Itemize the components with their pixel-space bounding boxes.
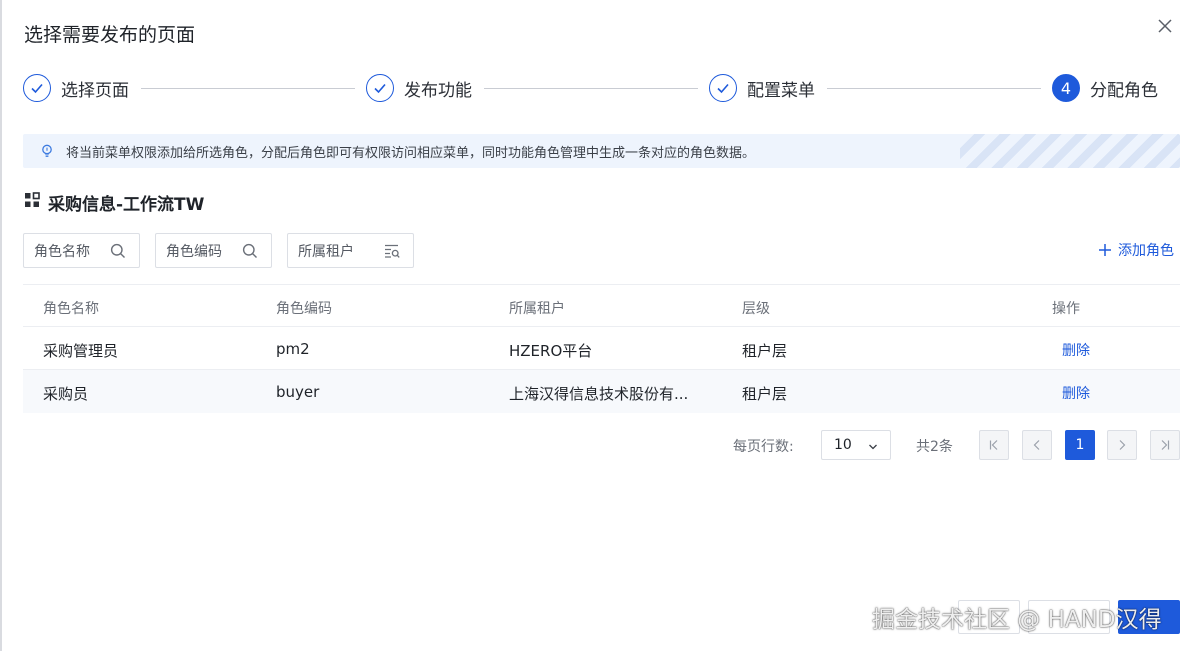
page-size-select[interactable]: 10 <box>821 430 891 460</box>
last-page-button[interactable] <box>1150 430 1180 460</box>
step-label: 选择页面 <box>61 80 129 101</box>
step-publish-function: 发布功能 <box>366 73 472 103</box>
delete-link[interactable]: 删除 <box>1062 383 1090 403</box>
role-code-filter[interactable]: 角色编码 <box>155 233 272 268</box>
role-code-cell: buyer <box>276 383 320 401</box>
column-header: 角色名称 <box>43 301 99 317</box>
cancel-button[interactable] <box>958 600 1020 634</box>
apps-icon <box>24 192 40 212</box>
column-header: 角色编码 <box>276 301 332 317</box>
add-role-button[interactable]: 添加角色 <box>1098 240 1174 260</box>
chevron-down-icon <box>868 440 878 450</box>
step-assign-role: 4 分配角色 <box>1052 73 1158 103</box>
next-page-button[interactable] <box>1107 430 1137 460</box>
filter-placeholder: 所属租户 <box>298 243 354 260</box>
level-cell: 租户层 <box>742 342 788 360</box>
level-cell: 租户层 <box>742 385 788 403</box>
check-icon <box>709 74 737 102</box>
check-icon <box>23 74 51 102</box>
step-label: 分配角色 <box>1090 80 1158 101</box>
publish-dialog: 选择需要发布的页面 选择页面 发布功能 配置菜单 4 分配角色 将当前菜单权限添… <box>0 0 1196 651</box>
info-text: 将当前菜单权限添加给所选角色，分配后角色即可有权限访问相应菜单，同时功能角色管理… <box>66 146 756 161</box>
role-name-cell: 采购员 <box>43 385 89 403</box>
step-connector <box>484 88 698 89</box>
rows-per-page-label: 每页行数: <box>733 439 794 455</box>
step-connector <box>827 88 1041 89</box>
check-icon <box>366 74 394 102</box>
section-title: 采购信息-工作流TW <box>48 194 205 215</box>
tenant-cell: 上海汉得信息技术股份有... <box>509 385 689 403</box>
roles-table: 角色名称 角色编码 所属租户 层级 操作 采购管理员 pm2 HZERO平台 租… <box>23 284 1180 413</box>
first-page-button[interactable] <box>979 430 1009 460</box>
total-count: 共2条 <box>916 439 953 455</box>
filter-placeholder: 角色编码 <box>166 243 222 260</box>
filter-placeholder: 角色名称 <box>34 243 90 260</box>
column-header: 所属租户 <box>509 301 565 317</box>
table-header: 角色名称 角色编码 所属租户 层级 操作 <box>23 284 1180 327</box>
search-icon <box>109 242 127 260</box>
info-alert: 将当前菜单权限添加给所选角色，分配后角色即可有权限访问相应菜单，同时功能角色管理… <box>23 134 1180 168</box>
confirm-button[interactable] <box>1118 600 1180 634</box>
plus-icon <box>1098 242 1112 258</box>
tenant-cell: HZERO平台 <box>509 342 593 360</box>
step-connector <box>141 88 355 89</box>
add-role-label: 添加角色 <box>1118 243 1174 259</box>
page-size-value: 10 <box>834 437 852 453</box>
prev-page-button[interactable] <box>1022 430 1052 460</box>
tenant-filter[interactable]: 所属租户 <box>287 233 414 268</box>
lightbulb-icon <box>39 143 55 159</box>
decorative-stripes <box>960 134 1180 168</box>
last-page-icon <box>1161 440 1170 450</box>
table-row: 采购员 buyer 上海汉得信息技术股份有... 租户层 删除 <box>23 370 1180 413</box>
delete-link[interactable]: 删除 <box>1062 340 1090 360</box>
dialog-title: 选择需要发布的页面 <box>24 24 196 46</box>
chevron-left-icon <box>1033 440 1040 450</box>
page-button-current[interactable]: 1 <box>1065 430 1095 460</box>
step-select-page: 选择页面 <box>23 73 129 103</box>
column-header: 操作 <box>1052 301 1080 317</box>
lookup-icon <box>383 242 401 260</box>
close-icon[interactable] <box>1155 16 1175 36</box>
section-header: 采购信息-工作流TW <box>24 190 205 215</box>
chevron-right-icon <box>1119 440 1126 450</box>
search-icon <box>241 242 259 260</box>
role-code-cell: pm2 <box>276 340 310 358</box>
role-name-cell: 采购管理员 <box>43 342 119 360</box>
table-row: 采购管理员 pm2 HZERO平台 租户层 删除 <box>23 327 1180 370</box>
step-label: 配置菜单 <box>747 80 815 101</box>
column-header: 层级 <box>742 301 770 317</box>
step-number: 4 <box>1052 74 1080 102</box>
step-config-menu: 配置菜单 <box>709 73 815 103</box>
first-page-icon <box>989 440 998 450</box>
role-name-filter[interactable]: 角色名称 <box>23 233 140 268</box>
step-label: 发布功能 <box>404 80 472 101</box>
previous-step-button[interactable] <box>1028 600 1110 634</box>
